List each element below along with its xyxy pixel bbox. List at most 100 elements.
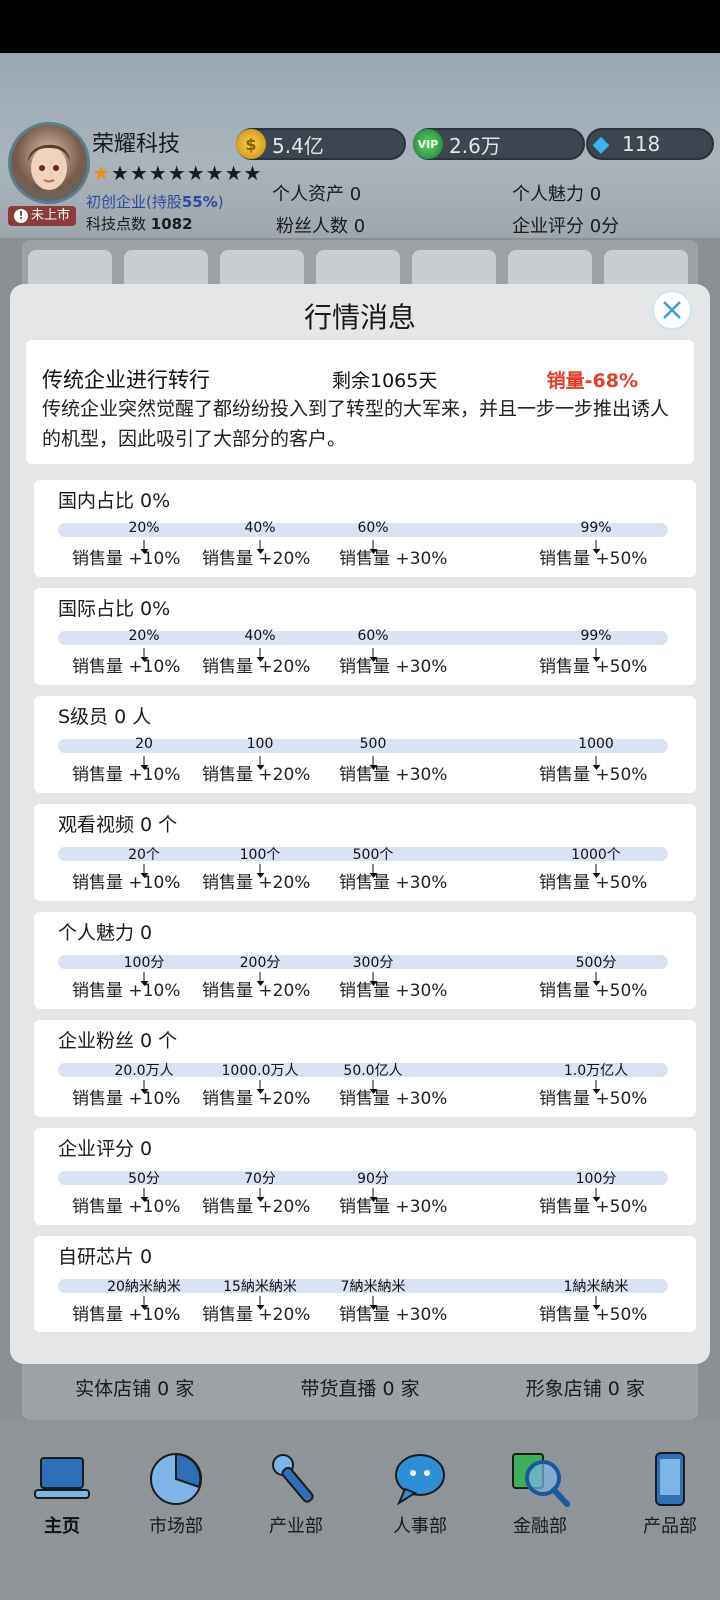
- milestone-value: 100个: [239, 847, 281, 863]
- milestone-value: 20%: [128, 628, 160, 644]
- milestone-value: 1000个: [571, 847, 621, 863]
- milestone-value: 20个: [128, 847, 160, 863]
- player-avatar[interactable]: [8, 122, 90, 204]
- status-bar: [0, 0, 720, 53]
- nav-market[interactable]: 市场部: [126, 1450, 226, 1538]
- milestone-value: 1000: [578, 736, 614, 752]
- star-icon: ★: [167, 161, 186, 185]
- milestone-value: 99%: [580, 520, 612, 536]
- milestone-bonus: 销售量 +50%: [539, 873, 648, 893]
- laptop-icon: [31, 1450, 93, 1508]
- milestone-bonus: 销售量 +10%: [72, 981, 181, 1001]
- milestone-bonus: 销售量 +10%: [72, 1089, 181, 1109]
- company-name: 荣耀科技: [92, 132, 181, 157]
- condition-title: 国内占比 0%: [58, 490, 171, 512]
- news-description: 传统企业突然觉醒了都纷纷投入到了转型的大军来，并且一步一步推出诱人的机型，因此吸…: [42, 398, 670, 450]
- milestone-value: 100: [246, 736, 274, 752]
- milestone-value: 500: [359, 736, 387, 752]
- close-button[interactable]: [652, 290, 692, 330]
- condition-card-charm: 个人魅力 0 100分 销售量 +10% 200分 销售量 +20% 300分 销售量 +3…: [34, 912, 696, 1009]
- milestone-value: 90分: [357, 1171, 389, 1187]
- star-icon: ★: [129, 161, 148, 185]
- milestone-bonus: 销售量 +30%: [339, 1305, 448, 1325]
- condition-card-chips: 自研芯片 0 20納米納米 销售量 +10% 15納米納米 销售量 +20% 7納米納米销…: [34, 1236, 696, 1332]
- milestone-value: 100分: [123, 955, 165, 971]
- milestone-bonus: 销售量 +10%: [72, 1305, 181, 1325]
- milestone-bonus: 销售量 +50%: [539, 1305, 648, 1325]
- condition-card-videos: 观看视频 0 个 20个销售量 +10% 100个销售量 +20% 500个销售量 +…: [34, 804, 696, 901]
- milestone-bonus: 销售量 +30%: [339, 549, 448, 569]
- physical-stores: 实体店铺 0 家: [75, 1378, 195, 1400]
- gold-coin-icon: $: [236, 129, 266, 159]
- diamond-icon: ◆: [592, 131, 610, 157]
- milestone-bonus: 销售量 +30%: [339, 657, 448, 677]
- magnifier-icon: [509, 1450, 571, 1508]
- green-resource[interactable]: VIP 2.6万: [413, 128, 585, 160]
- milestone-bonus: 销售量 +10%: [72, 873, 181, 893]
- shop-counts: 实体店铺 0 家 带货直播 0 家 形象店铺 0 家: [22, 1374, 698, 1401]
- avatar-face-icon: [28, 144, 70, 190]
- live-streams: 带货直播 0 家: [300, 1378, 420, 1400]
- milestone-bonus: 销售量 +10%: [72, 1197, 181, 1217]
- fans-count: 粉丝人数 0: [276, 216, 366, 237]
- milestone-value: 20.0万人: [114, 1063, 174, 1079]
- milestone-bonus: 销售量 +20%: [202, 1089, 311, 1109]
- diamond-resource[interactable]: ◆ 118: [586, 128, 714, 160]
- gold-resource[interactable]: $ 5.4亿: [236, 128, 406, 160]
- close-icon: [663, 301, 681, 319]
- milestone-value: 200分: [239, 955, 281, 971]
- news-effect: 销量-68%: [546, 370, 638, 392]
- condition-card-domestic: 国内占比 0% 20% 销售量 +10% 40% 销售量 +20% 60% 销售量 +30%…: [34, 480, 696, 577]
- unlisted-badge: ! 未上市: [8, 206, 77, 226]
- milestone-value: 40%: [244, 628, 276, 644]
- nav-finance[interactable]: 金融部: [490, 1450, 590, 1538]
- nav-industry[interactable]: 产业部: [246, 1450, 346, 1538]
- milestone-bonus: 销售量 +50%: [539, 1089, 648, 1109]
- milestone-value: 500个: [352, 847, 394, 863]
- condition-card-rating: 企业评分 0 50分 销售量 +10% 70分 销售量 +20% 90分 销售量 +30% 1…: [34, 1128, 696, 1225]
- news-title: 传统企业进行转行: [42, 368, 210, 392]
- condition-title: S级员 0 人: [58, 706, 152, 728]
- milestone-value: 20%: [128, 520, 160, 536]
- milestone-bonus: 销售量 +20%: [202, 1197, 311, 1217]
- milestone-value: 20: [135, 736, 153, 752]
- condition-list: 国内占比 0% 20% 销售量 +10% 40% 销售量 +20% 60% 销售量 +30%…: [34, 480, 696, 1343]
- milestone-value: 1000.0万人: [221, 1063, 299, 1079]
- milestone-bonus: 销售量 +50%: [539, 765, 648, 785]
- milestone-bonus: 销售量 +20%: [202, 657, 311, 677]
- condition-card-s-staff: S级员 0 人 20 销售量 +10% 100 销售量 +20% 500 销售量 +30% 1…: [34, 696, 696, 793]
- milestone-value: 20納米納米: [107, 1279, 181, 1295]
- condition-title: 自研芯片 0: [58, 1246, 153, 1268]
- milestone-value: 60%: [357, 520, 389, 536]
- news-card: 传统企业进行转行 剩余1065天 销量-68% 传统企业突然觉醒了都纷纷投入到了…: [26, 340, 694, 464]
- company-stage: 初创企业(持股55%): [86, 193, 224, 211]
- milestone-bonus: 销售量 +10%: [72, 765, 181, 785]
- nav-hr[interactable]: 人事部: [370, 1450, 470, 1538]
- milestone-value: 60%: [357, 628, 389, 644]
- milestone-bonus: 销售量 +20%: [202, 873, 311, 893]
- nav-product[interactable]: 产品部: [620, 1450, 720, 1538]
- milestone-value: 7納米納米: [340, 1279, 406, 1295]
- tech-points: 科技点数 1082: [86, 215, 193, 233]
- milestone-bonus: 销售量 +30%: [339, 981, 448, 1001]
- milestone-bonus: 销售量 +50%: [539, 1197, 648, 1217]
- condition-title: 观看视频 0 个: [58, 814, 178, 836]
- milestone-value: 15納米納米: [223, 1279, 297, 1295]
- milestone-bonus: 销售量 +20%: [202, 981, 311, 1001]
- green-gem-icon: VIP: [413, 129, 443, 159]
- milestone-value: 1納米納米: [563, 1279, 629, 1295]
- star-icon: ★: [92, 161, 110, 185]
- alert-icon: !: [14, 209, 28, 223]
- milestone-value: 99%: [580, 628, 612, 644]
- milestone-value: 1.0万亿人: [563, 1063, 629, 1079]
- star-icon: ★: [186, 161, 205, 185]
- company-stars: ★ ★ ★ ★ ★ ★ ★ ★ ★: [92, 163, 261, 183]
- star-icon: ★: [224, 161, 243, 185]
- nav-home[interactable]: 主页: [12, 1450, 112, 1538]
- milestone-bonus: 销售量 +30%: [339, 873, 448, 893]
- milestone-bonus: 销售量 +30%: [339, 1197, 448, 1217]
- image-stores: 形象店铺 0 家: [525, 1378, 645, 1400]
- condition-title: 个人魅力 0: [58, 922, 153, 944]
- star-icon: ★: [205, 161, 224, 185]
- milestone-bonus: 销售量 +50%: [539, 981, 648, 1001]
